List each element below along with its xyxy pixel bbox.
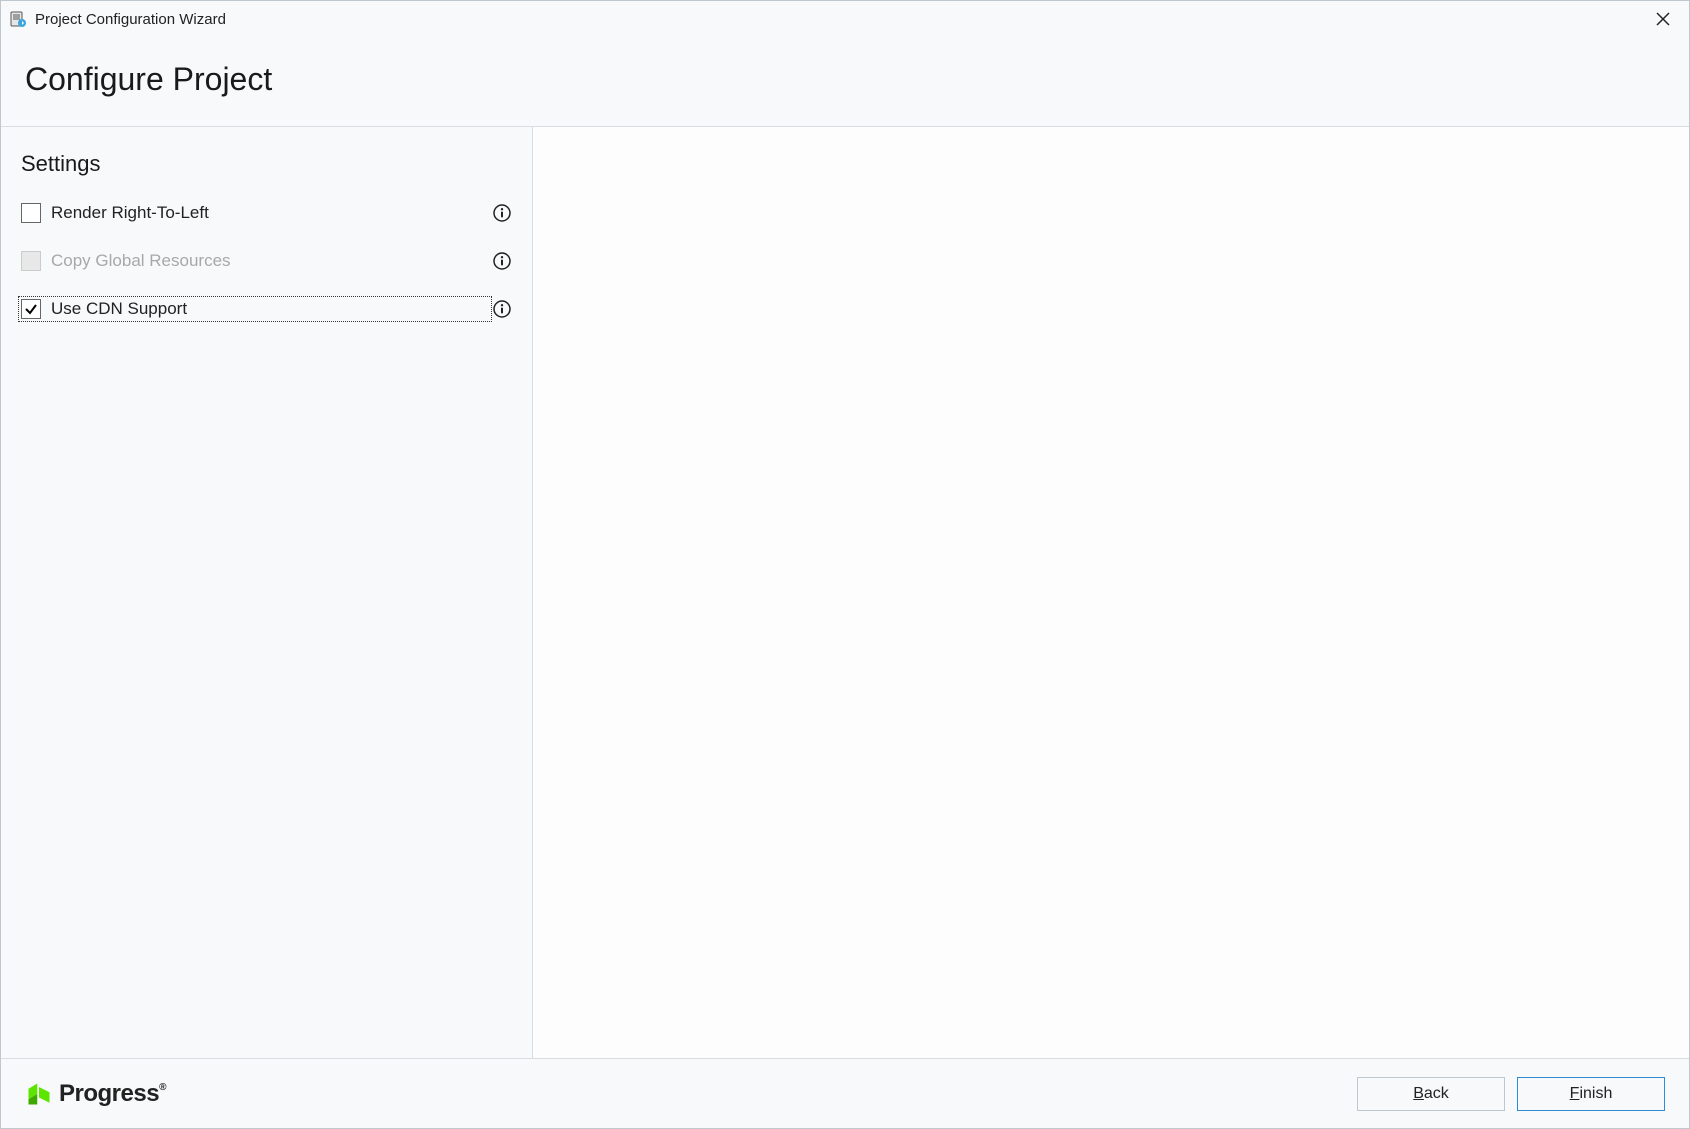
setting-label: Copy Global Resources [51, 251, 231, 271]
footer: Progress® Back Finish [1, 1058, 1689, 1128]
setting-checkbox-wrap: Copy Global Resources [21, 251, 492, 271]
wizard-window: Project Configuration Wizard Configure P… [0, 0, 1690, 1129]
checkbox-use-cdn-support[interactable] [21, 299, 41, 319]
footer-buttons: Back Finish [1357, 1077, 1665, 1111]
app-icon [9, 10, 27, 28]
brand-name: Progress® [59, 1080, 166, 1108]
checkbox-copy-global-resources [21, 251, 41, 271]
back-button[interactable]: Back [1357, 1077, 1505, 1111]
info-icon[interactable] [492, 203, 512, 223]
brand-logo: Progress® [25, 1080, 1357, 1108]
content-area: Settings Render Right-To-Left [1, 127, 1689, 1058]
titlebar: Project Configuration Wizard [1, 1, 1689, 37]
settings-panel: Settings Render Right-To-Left [1, 127, 533, 1058]
settings-heading: Settings [21, 151, 512, 177]
setting-checkbox-wrap: Render Right-To-Left [21, 203, 492, 223]
setting-label: Render Right-To-Left [51, 203, 209, 223]
page-header: Configure Project [1, 37, 1689, 127]
checkbox-render-rtl[interactable] [21, 203, 41, 223]
progress-logo-icon [25, 1080, 53, 1108]
checkmark-icon [24, 302, 38, 316]
setting-row-copy-global-resources: Copy Global Resources [21, 245, 512, 277]
info-icon[interactable] [492, 299, 512, 319]
setting-row-use-cdn-support: Use CDN Support [21, 293, 512, 325]
finish-button[interactable]: Finish [1517, 1077, 1665, 1111]
main-panel [533, 127, 1689, 1058]
setting-checkbox-wrap: Use CDN Support [18, 296, 492, 322]
page-title: Configure Project [25, 61, 1665, 98]
setting-row-render-rtl: Render Right-To-Left [21, 197, 512, 229]
close-button[interactable] [1645, 1, 1681, 37]
close-icon [1656, 12, 1670, 26]
setting-label: Use CDN Support [51, 299, 187, 319]
info-icon[interactable] [492, 251, 512, 271]
window-title: Project Configuration Wizard [35, 11, 1645, 28]
